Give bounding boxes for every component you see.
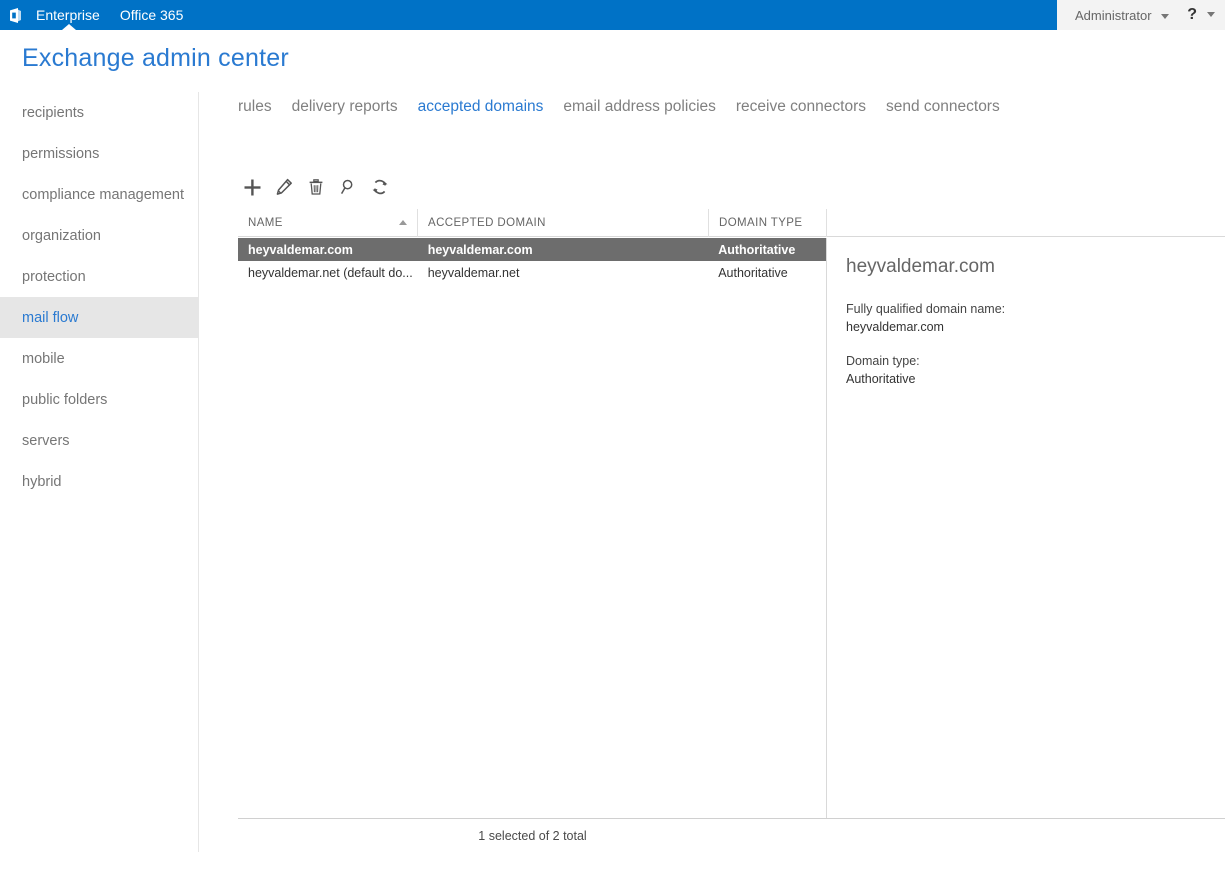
grid-toolbar: [240, 175, 392, 199]
sidebar-item-label: protection: [22, 268, 86, 285]
column-header-label: ACCEPTED DOMAIN: [428, 217, 546, 229]
help-question-icon: ?: [1187, 6, 1197, 23]
help-button[interactable]: ?: [1187, 6, 1216, 24]
column-header-label: NAME: [248, 217, 283, 229]
user-menu-label: Administrator: [1075, 7, 1152, 23]
sidebar-item-label: compliance management: [22, 186, 185, 203]
user-menu-button[interactable]: Administrator: [1075, 7, 1170, 23]
detail-group-fqdn: Fully qualified domain name: heyvaldemar…: [846, 300, 1203, 336]
add-icon[interactable]: [240, 175, 264, 199]
grid-body: heyvaldemar.com heyvaldemar.com Authorit…: [238, 238, 827, 818]
table-row[interactable]: heyvaldemar.com heyvaldemar.com Authorit…: [238, 238, 826, 261]
tab-email-address-policies[interactable]: email address policies: [563, 98, 736, 116]
suite-bar-user-region: Administrator ?: [1057, 0, 1225, 30]
sidebar-item-compliance-management[interactable]: compliance management: [0, 174, 198, 215]
grid-header-row: NAME ACCEPTED DOMAIN DOMAIN TYPE: [238, 209, 1225, 237]
sidebar-item-label: mobile: [22, 350, 65, 367]
table-row[interactable]: heyvaldemar.net (default do... heyvaldem…: [238, 261, 826, 284]
cell-domain-type: Authoritative: [718, 242, 796, 257]
sidebar-item-label: mail flow: [22, 309, 79, 326]
column-header-accepted-domain[interactable]: ACCEPTED DOMAIN: [418, 209, 709, 237]
column-header-domain-type[interactable]: DOMAIN TYPE: [709, 209, 827, 237]
sidebar-item-hybrid[interactable]: hybrid: [0, 461, 198, 502]
column-header-label: DOMAIN TYPE: [719, 217, 803, 229]
sidebar-item-permissions[interactable]: permissions: [0, 133, 198, 174]
office-logo-icon[interactable]: [0, 0, 30, 30]
detail-label-domain-type: Domain type:: [846, 354, 920, 368]
sidebar-item-mail-flow[interactable]: mail flow: [0, 297, 199, 338]
cell-accepted-domain: heyvaldemar.net: [427, 265, 520, 280]
sidebar-nav: recipients permissions compliance manage…: [0, 92, 199, 852]
details-pane: heyvaldemar.com Fully qualified domain n…: [828, 238, 1225, 818]
active-suite-link-caret-icon: [62, 24, 76, 30]
status-divider: [238, 818, 1225, 819]
tab-receive-connectors[interactable]: receive connectors: [736, 98, 886, 116]
column-header-name[interactable]: NAME: [238, 209, 418, 237]
sidebar-item-mobile[interactable]: mobile: [0, 338, 198, 379]
tab-accepted-domains[interactable]: accepted domains: [418, 98, 564, 116]
sidebar-item-label: permissions: [22, 145, 100, 162]
tab-send-connectors[interactable]: send connectors: [886, 98, 1020, 116]
page-title: Exchange admin center: [22, 44, 289, 72]
sidebar-item-public-folders[interactable]: public folders: [0, 379, 198, 420]
detail-label-fqdn: Fully qualified domain name:: [846, 302, 1006, 316]
detail-value-fqdn: heyvaldemar.com: [846, 320, 944, 334]
sidebar-item-label: servers: [22, 432, 70, 449]
delete-trash-icon[interactable]: [304, 175, 328, 199]
column-header-spacer: [827, 209, 1225, 237]
cell-accepted-domain: heyvaldemar.com: [427, 242, 533, 257]
cell-domain-type: Authoritative: [718, 265, 788, 280]
sidebar-item-protection[interactable]: protection: [0, 256, 198, 297]
status-bar-text: 1 selected of 2 total: [478, 829, 587, 843]
refresh-icon[interactable]: [368, 175, 392, 199]
tab-rules[interactable]: rules: [238, 98, 292, 116]
details-title: heyvaldemar.com: [846, 256, 995, 277]
suite-link-office365[interactable]: Office 365: [110, 0, 194, 30]
suite-bar-brand-region: Enterprise Office 365: [0, 0, 1057, 30]
sidebar-item-label: public folders: [22, 391, 108, 408]
cell-name: heyvaldemar.net (default do...: [248, 265, 413, 280]
detail-value-domain-type: Authoritative: [846, 372, 916, 386]
suite-bar: Enterprise Office 365 Administrator ?: [0, 0, 1225, 30]
sidebar-item-organization[interactable]: organization: [0, 215, 198, 256]
sidebar-item-recipients[interactable]: recipients: [0, 92, 198, 133]
tab-delivery-reports[interactable]: delivery reports: [292, 98, 418, 116]
detail-group-domain-type: Domain type: Authoritative: [846, 352, 1203, 388]
chevron-down-icon: [1207, 12, 1216, 18]
sidebar-item-label: organization: [22, 227, 101, 244]
search-magnifier-icon[interactable]: [336, 175, 360, 199]
sort-ascending-icon: [399, 220, 407, 225]
sidebar-item-servers[interactable]: servers: [0, 420, 198, 461]
cell-name: heyvaldemar.com: [248, 242, 353, 257]
tab-strip: rules delivery reports accepted domains …: [238, 98, 1020, 116]
sidebar-item-label: recipients: [22, 104, 85, 121]
chevron-down-icon: [1161, 13, 1170, 19]
edit-pencil-icon[interactable]: [272, 175, 296, 199]
sidebar-item-label: hybrid: [22, 473, 62, 490]
